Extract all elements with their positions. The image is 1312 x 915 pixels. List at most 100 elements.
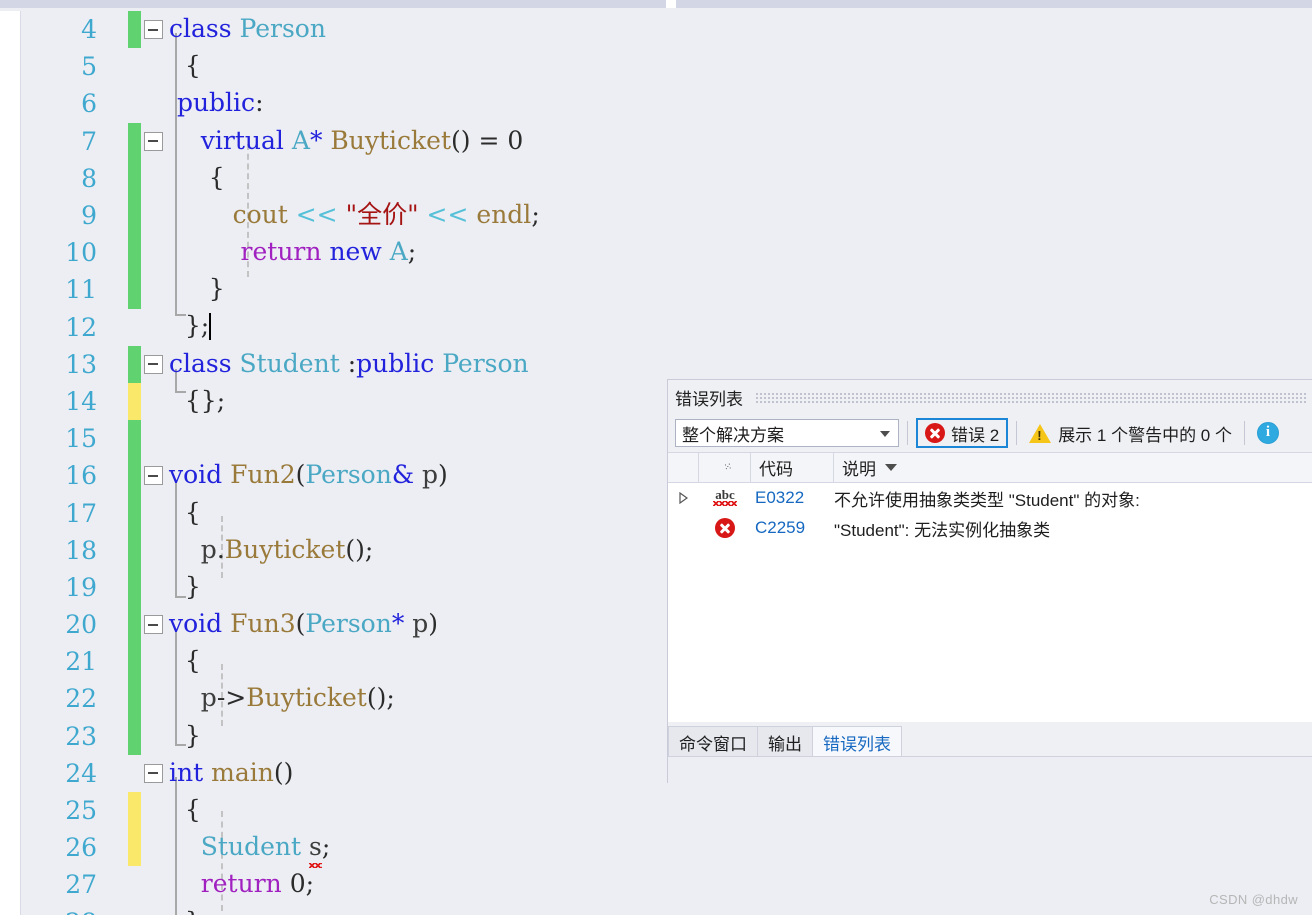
collapse-minus-icon[interactable] [144,466,163,486]
code-line-row[interactable]: 5 { [0,48,1312,85]
fold-glyph-cell[interactable] [141,606,169,643]
column-header-description[interactable]: 说明 [834,452,1312,483]
line-number: 14 [65,386,97,416]
code-line-row[interactable]: 9 cout << "全价" << endl; [0,196,1312,235]
line-number: 4 [81,15,97,45]
row-severity-icon-cell [699,518,751,538]
change-bar [128,755,141,792]
error-list-row[interactable]: C2259 "Student": 无法实例化抽象类 [668,513,1312,543]
collapse-minus-icon[interactable] [144,354,163,374]
code-line-row[interactable]: 7 virtual A* Buyticket() = 0 [0,122,1312,160]
column-header-severity[interactable]: ⁙ [699,452,751,483]
collapse-minus-icon[interactable] [144,131,163,151]
collapse-minus-icon[interactable] [144,20,163,39]
line-number: 25 [65,796,97,826]
line-number: 18 [65,535,97,565]
code-text: public: [169,88,264,118]
code-line-row[interactable]: 25 { [0,791,1312,830]
error-filter-button[interactable]: 错误 2 [916,418,1009,448]
collapse-minus-icon[interactable] [144,763,163,783]
error-squiggle-underline: s [308,832,322,862]
column-header-code[interactable]: 代码 [751,452,834,483]
fold-glyph-cell [141,494,169,531]
error-list-body[interactable]: abc E0322 不允许使用抽象类类型 "Student" 的对象: C225… [668,483,1312,722]
row-code[interactable]: C2259 [751,518,834,538]
error-list-table[interactable]: ⁙ 代码 说明 abc E0322 不允许使用抽象类类型 "Student" 的… [668,452,1312,722]
warning-filter-button[interactable]: 展示 1 个警告中的 0 个 [1025,421,1236,446]
fold-glyph-cell [141,532,169,569]
line-number: 13 [65,349,97,379]
line-number: 12 [65,312,97,342]
warning-filter-label: 展示 1 个警告中的 0 个 [1058,425,1232,445]
line-number: 10 [65,238,97,268]
tab-output[interactable]: 输出 [757,726,813,757]
warning-icon [1029,423,1052,443]
change-bar [128,345,141,383]
expand-triangle-icon[interactable] [679,492,688,504]
code-text: { [169,795,201,825]
code-line-row[interactable]: 10 return new A; [0,234,1312,272]
collapse-minus-icon[interactable] [144,615,163,634]
change-bar [128,866,141,903]
row-description: 不允许使用抽象类类型 "Student" 的对象: [834,490,1140,510]
error-icon [925,423,945,443]
fold-glyph-cell[interactable] [141,457,169,494]
error-list-panel[interactable]: 错误列表 整个解决方案 错误 2 展示 1 个警告中的 0 个 [667,379,1312,783]
tab-error-list[interactable]: 错误列表 [812,726,902,757]
scope-dropdown[interactable]: 整个解决方案 [675,419,899,447]
change-bar [128,904,141,915]
code-line-row[interactable]: 4 class Person [0,11,1312,49]
code-line-row[interactable]: 28 } [0,904,1312,915]
row-expander[interactable] [668,492,699,504]
tab-command-window[interactable]: 命令窗口 [668,726,758,757]
fold-glyph-cell [141,309,169,346]
error-list-title-bar[interactable]: 错误列表 [668,380,1312,414]
line-number: 24 [65,758,97,788]
code-line-row[interactable]: 11 } [0,271,1312,309]
line-number: 20 [65,610,97,640]
error-icon [715,518,735,538]
code-line-row[interactable]: 12 }; [0,309,1312,346]
code-line-row[interactable]: 13 class Student :public Person [0,345,1312,383]
code-text: } [169,909,1312,915]
fold-glyph-cell[interactable] [141,11,169,48]
panel-bottom-area [668,757,1312,783]
panel-tab-strip[interactable]: 命令窗口 输出 错误列表 [668,724,1312,757]
error-list-toolbar[interactable]: 整个解决方案 错误 2 展示 1 个警告中的 0 个 [668,414,1312,452]
row-code[interactable]: E0322 [751,488,834,508]
toolbar-separator [907,421,908,445]
column-header-expand[interactable] [668,452,699,483]
change-bar [128,420,141,458]
fold-glyph-cell[interactable] [141,755,169,792]
change-bar [128,85,141,122]
code-line-row[interactable]: 26 Student s; [0,829,1312,867]
change-bar [128,531,141,569]
toolbar-separator [1244,421,1245,445]
error-list-row[interactable]: abc E0322 不允许使用抽象类类型 "Student" 的对象: [668,483,1312,513]
line-number: 5 [81,52,97,82]
info-icon [1257,422,1279,444]
sort-descending-icon[interactable] [885,464,897,471]
change-bar [128,159,141,197]
fold-glyph-cell [141,85,169,122]
scope-dropdown-value: 整个解决方案 [682,425,784,445]
info-filter-button[interactable] [1253,422,1283,444]
fold-glyph-cell [141,718,169,755]
error-list-header-row: ⁙ 代码 说明 [668,452,1312,483]
code-line-row[interactable]: 27 return 0; [0,866,1312,903]
fold-glyph-cell[interactable] [141,346,169,383]
chevron-down-icon[interactable] [880,431,890,437]
top-divider-strip [0,0,1312,8]
panel-drag-grip[interactable] [755,391,1306,403]
change-bar [128,382,141,421]
fold-glyph-cell [141,48,169,85]
change-bar [128,196,141,235]
code-line-row[interactable]: 8 { [0,159,1312,197]
fold-glyph-cell[interactable] [141,123,169,160]
toolbar-separator [1016,421,1018,445]
line-number: 22 [65,684,97,714]
severity-dots-icon: ⁙ [723,460,734,474]
line-number: 11 [65,275,97,305]
code-line-row[interactable]: 6 public: [0,85,1312,122]
row-severity-icon-cell: abc [699,487,751,508]
